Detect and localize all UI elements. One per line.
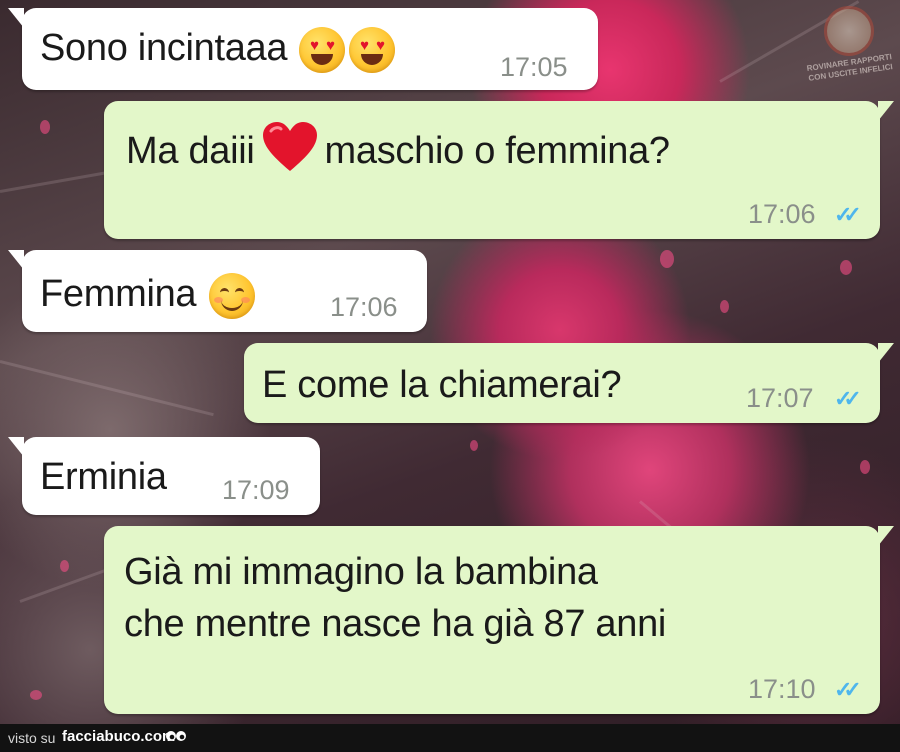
smiling-face-emoji-icon bbox=[208, 272, 255, 319]
footer-site-link[interactable]: facciabuco.com bbox=[62, 728, 175, 745]
message-bubble-incoming[interactable]: Femmina 17:06 bbox=[8, 250, 427, 332]
heart-eyes-emoji-icon: ♥ ♥ bbox=[299, 26, 346, 73]
background-speck bbox=[30, 690, 42, 700]
message-text-row: Femmina bbox=[40, 270, 257, 319]
message-timestamp: 17:10 bbox=[748, 674, 816, 704]
message-timestamp: 17:09 bbox=[222, 475, 290, 505]
background-speck bbox=[660, 250, 674, 268]
message-text-line: che mentre nasce ha già 87 anni bbox=[124, 603, 667, 645]
background-speck bbox=[40, 120, 50, 134]
message-timestamp: 17:06 bbox=[748, 199, 816, 229]
message-timestamp: 17:07 bbox=[746, 383, 814, 413]
watermark-text: ROVINARE RAPPORTI CON USCITE INFELICI bbox=[806, 52, 894, 83]
message-text: E come la chiamerai? bbox=[262, 364, 622, 406]
message-text-line: Già mi immagino la bambina bbox=[124, 551, 598, 593]
message-text: Erminia bbox=[40, 456, 167, 498]
message-text: Sono incintaaa bbox=[40, 27, 288, 69]
message-bubble-incoming[interactable]: Erminia 17:09 bbox=[8, 437, 320, 515]
double-check-read-icon: ✓✓ bbox=[834, 202, 862, 227]
message-bubble-outgoing[interactable]: Già mi immagino la bambina che mentre na… bbox=[104, 526, 894, 714]
message-timestamp: 17:06 bbox=[330, 292, 398, 322]
double-check-read-icon: ✓✓ bbox=[834, 386, 862, 411]
watermark-badge: ROVINARE RAPPORTI CON USCITE INFELICI bbox=[806, 6, 894, 98]
message-text: maschio o femmina? bbox=[324, 130, 671, 173]
message-bubble-incoming[interactable]: Sono incintaaa ♥ ♥ ♥ ♥ 17:05 bbox=[8, 8, 598, 90]
double-check-read-icon: ✓✓ bbox=[834, 677, 862, 702]
message-text: Ma daiii bbox=[126, 130, 255, 173]
message-text: Femmina bbox=[40, 273, 197, 315]
message-text-row: Sono incintaaa ♥ ♥ ♥ ♥ bbox=[40, 24, 397, 73]
red-heart-emoji-icon bbox=[261, 121, 319, 185]
message-timestamp: 17:05 bbox=[500, 52, 568, 82]
background-speck bbox=[60, 560, 69, 572]
background-speck bbox=[840, 260, 852, 275]
heart-eyes-emoji-icon: ♥ ♥ bbox=[349, 26, 396, 73]
footer-visto-text: visto su bbox=[8, 730, 56, 746]
badge-logo-icon bbox=[824, 6, 874, 56]
background-streak bbox=[0, 360, 214, 417]
footer-bar: visto su facciabuco.com bbox=[0, 724, 900, 752]
message-bubble-outgoing[interactable]: Ma daiii maschio o femmina? 17:06 ✓✓ bbox=[104, 101, 894, 239]
background-speck bbox=[720, 300, 729, 313]
message-bubble-outgoing[interactable]: E come la chiamerai? 17:07 ✓✓ bbox=[244, 343, 894, 423]
background-speck bbox=[860, 460, 870, 474]
message-text-row: Ma daiii maschio o femmina? bbox=[126, 121, 670, 185]
background-speck bbox=[470, 440, 478, 451]
eyes-icon bbox=[165, 728, 187, 749]
